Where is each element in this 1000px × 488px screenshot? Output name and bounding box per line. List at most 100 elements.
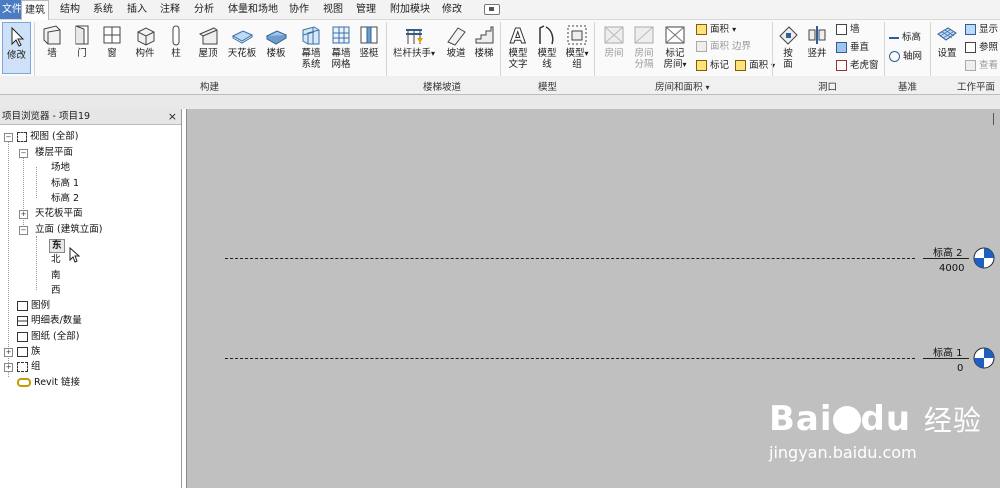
set-workplane-button[interactable]: 设置	[934, 24, 960, 59]
tree-legends[interactable]: 图例	[17, 300, 50, 312]
column-icon	[172, 25, 180, 46]
level-2-head-icon[interactable]	[973, 247, 995, 269]
chevron-down-icon: ▾	[431, 49, 436, 58]
ceiling-button[interactable]: 天花板	[226, 24, 258, 59]
expand-icon[interactable]: +	[19, 210, 28, 219]
ref-plane-button[interactable]: 参照	[965, 42, 998, 54]
model-group-icon	[567, 25, 587, 45]
tree-schedules[interactable]: 明细表/数量	[17, 315, 82, 327]
level-line-2	[225, 258, 915, 259]
dormer-button[interactable]: 老虎窗	[836, 60, 879, 72]
area-boundary-button[interactable]: 面积 边界	[696, 41, 751, 53]
tab-architecture[interactable]: 建筑	[21, 0, 49, 20]
show-workplane-label: 显示	[979, 24, 999, 35]
tab-manage[interactable]: 管理	[356, 0, 376, 19]
tag-room-button[interactable]: 标记 房间▾	[660, 24, 690, 70]
drawing-canvas[interactable]: 标高 2 4000 标高 1 0 Bai du 经验 jingyan.baidu.…	[186, 109, 1000, 488]
by-face-label-1: 按	[783, 48, 793, 59]
tag-area-icon	[735, 60, 747, 71]
tag-area-button[interactable]: 标记 面积 ▾	[696, 60, 775, 72]
close-icon[interactable]: ×	[168, 109, 177, 124]
mullion-button[interactable]: 竖梃	[356, 24, 382, 59]
tree-groups[interactable]: 组	[17, 361, 41, 373]
component-button[interactable]: 构件	[130, 24, 160, 59]
ramp-button[interactable]: 坡道	[442, 24, 470, 59]
panel-toggle-button[interactable]	[484, 4, 500, 15]
window-button[interactable]: 窗	[98, 24, 126, 59]
schedule-icon	[17, 315, 28, 326]
level-1-head-icon[interactable]	[973, 347, 995, 369]
shaft-button[interactable]: 竖井	[804, 24, 830, 59]
tree-ceiling-plans[interactable]: 天花板平面	[35, 208, 83, 220]
tab-systems[interactable]: 系统	[93, 0, 113, 19]
tab-structure[interactable]: 结构	[60, 0, 80, 19]
tab-addins[interactable]: 附加模块	[390, 0, 430, 19]
tree-elevations[interactable]: 立面 (建筑立面)	[35, 224, 102, 236]
level-1-name[interactable]: 标高 1	[933, 344, 963, 359]
curtain-grid-label-2: 网格	[331, 59, 351, 70]
mouse-cursor-icon	[69, 247, 81, 263]
model-line-button[interactable]: 模型 线	[534, 24, 560, 70]
room-separator-button[interactable]: 房间 分隔	[630, 24, 658, 70]
tree-west[interactable]: 西	[51, 285, 61, 297]
tree-sheets[interactable]: 图纸 (全部)	[17, 331, 79, 343]
viewer-button[interactable]: 查看	[965, 60, 998, 72]
viewer-label: 查看	[979, 60, 999, 71]
tree-floor-plans[interactable]: 楼层平面	[35, 147, 73, 159]
wall-opening-label: 墙	[850, 24, 860, 35]
stair-button[interactable]: 楼梯	[470, 24, 498, 59]
expand-icon[interactable]: +	[4, 348, 13, 357]
area-boundary-icon	[696, 41, 707, 52]
modify-button[interactable]: 修改	[2, 22, 31, 74]
tab-analyze[interactable]: 分析	[194, 0, 214, 19]
by-face-button[interactable]: 按 面	[777, 24, 799, 70]
tab-modify[interactable]: 修改	[442, 0, 462, 19]
column-button[interactable]: 柱	[164, 24, 188, 59]
tree-east-selected[interactable]: 东	[49, 239, 65, 253]
level-1-elevation[interactable]: 0	[957, 363, 963, 374]
tree-south[interactable]: 南	[51, 270, 61, 282]
roof-button[interactable]: 屋顶	[194, 24, 222, 59]
tree-level-2[interactable]: 标高 2	[51, 193, 79, 205]
room-button[interactable]: 房间	[599, 24, 629, 59]
wall-opening-button[interactable]: 墙	[836, 24, 860, 36]
level-2-elevation[interactable]: 4000	[939, 263, 964, 274]
sheet-icon	[17, 331, 28, 342]
tree-level-1[interactable]: 标高 1	[51, 178, 79, 190]
tree-site[interactable]: 场地	[51, 162, 70, 174]
tree-families[interactable]: 族	[17, 346, 41, 358]
room-label: 房间	[604, 48, 624, 59]
menu-bar: 文件 建筑 结构 系统 插入 注释 分析 体量和场地 协作 视图 管理 附加模块…	[0, 0, 1000, 20]
curtain-grid-label-1: 幕墙	[331, 48, 351, 59]
floor-button[interactable]: 楼板	[262, 24, 290, 59]
vertical-opening-button[interactable]: 垂直	[836, 42, 869, 54]
level-button[interactable]: 标高	[889, 32, 921, 44]
tab-massing-site[interactable]: 体量和场地	[228, 0, 278, 19]
show-workplane-button[interactable]: 显示	[965, 24, 998, 36]
tree-north[interactable]: 北	[51, 254, 61, 266]
tab-annotate[interactable]: 注释	[160, 0, 180, 19]
tag-area-icon	[696, 60, 707, 71]
ribbon-group-labels: 构建 楼梯坡道 模型 房间和面积 ▾ 洞口 基准 工作平面	[0, 76, 1000, 95]
railing-button[interactable]: 栏杆扶手▾	[392, 24, 436, 59]
curtain-system-button[interactable]: 幕墙 系统	[296, 24, 326, 70]
tree-revit-links[interactable]: Revit 链接	[17, 377, 80, 389]
expand-icon[interactable]: +	[4, 363, 13, 372]
door-button[interactable]: 门	[68, 24, 96, 59]
model-group-button[interactable]: 模型▾ 组	[564, 24, 590, 70]
tab-view[interactable]: 视图	[323, 0, 343, 19]
area-button[interactable]: 面积 ▾	[696, 24, 736, 36]
tab-insert[interactable]: 插入	[127, 0, 147, 19]
tree-views[interactable]: 视图 (全部)	[17, 131, 78, 143]
collapse-icon[interactable]: −	[19, 226, 28, 235]
collapse-icon[interactable]: −	[4, 133, 13, 142]
tab-collaborate[interactable]: 协作	[289, 0, 309, 19]
wall-button[interactable]: 墙	[38, 24, 66, 59]
curtain-grid-button[interactable]: 幕墙 网格	[326, 24, 356, 70]
model-text-label-1: 模型	[508, 48, 528, 59]
level-2-name[interactable]: 标高 2	[933, 244, 963, 259]
model-text-button[interactable]: A 模型 文字	[505, 24, 531, 70]
browser-title: 项目浏览器 - 项目19	[2, 111, 91, 122]
collapse-icon[interactable]: −	[19, 149, 28, 158]
grid-button[interactable]: 轴网	[889, 51, 922, 63]
